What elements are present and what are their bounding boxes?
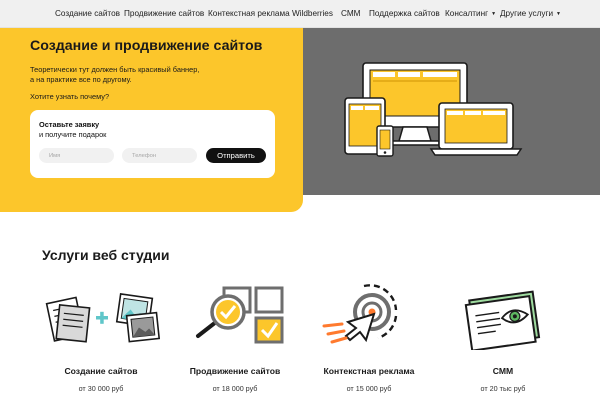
submit-button[interactable]: Отправить: [206, 148, 266, 163]
nav-item-other-services-label: Другие услуги: [500, 9, 554, 18]
service-price: от 30 000 руб: [78, 384, 124, 393]
eye-book-icon: [464, 290, 541, 350]
nav-item-context-ads[interactable]: Контекстная реклама: [208, 9, 290, 19]
chevron-down-icon: ▼: [491, 11, 497, 17]
nav-item-site-creation[interactable]: Создание сайтов: [55, 9, 120, 19]
nav-item-consulting[interactable]: Консалтинг ▼: [445, 9, 496, 20]
form-subtitle: и получите подарок: [39, 130, 107, 139]
nav-item-other-services[interactable]: Другие услуги ▼: [500, 9, 561, 20]
nav-item-site-support[interactable]: Поддержка сайтов: [369, 9, 440, 19]
name-input[interactable]: [39, 148, 114, 163]
hero-text: Теоретически тут должен быть красивый ба…: [30, 65, 199, 85]
magnifier-checklist-icon: [196, 286, 284, 344]
service-name: СММ: [492, 366, 514, 376]
hero-title: Создание и продвижение сайтов: [30, 38, 263, 54]
nav-item-wildberries[interactable]: Wildberries: [292, 9, 333, 19]
service-name: Создание сайтов: [64, 366, 138, 376]
devices-illustration: [303, 28, 600, 195]
hero-banner: Создание и продвижение сайтов Теоретичес…: [0, 28, 303, 212]
hero-text-line: а на практике все по другому.: [30, 75, 132, 84]
phone-input[interactable]: [122, 148, 197, 163]
nav-item-consulting-label: Консалтинг: [445, 9, 489, 18]
services-title: Услуги веб студии: [42, 247, 170, 263]
target-cursor-icon: [322, 284, 398, 344]
top-nav: Создание сайтов Продвижение сайтов Конте…: [0, 0, 600, 28]
devices-icon: [344, 62, 523, 157]
phone-icon: [376, 125, 394, 157]
why-link[interactable]: Хотите узнать почему?: [30, 92, 109, 101]
laptop-icon: [429, 102, 523, 156]
service-price: от 18 000 руб: [212, 384, 258, 393]
form-title: Оставьте заявку: [39, 120, 100, 129]
service-price: от 20 тыс руб: [480, 384, 526, 393]
hero-text-line: Теоретически тут должен быть красивый ба…: [30, 65, 200, 74]
nav-item-site-promotion[interactable]: Продвижение сайтов: [124, 9, 204, 19]
request-form: Оставьте заявку и получите подарок Отпра…: [30, 110, 275, 178]
chevron-down-icon: ▼: [556, 11, 561, 17]
service-name: Продвижение сайтов: [189, 366, 281, 376]
documents-images-icon: [45, 293, 161, 343]
service-name: Контекстная реклама: [323, 366, 415, 376]
nav-item-smm[interactable]: СММ: [341, 9, 360, 19]
service-price: от 15 000 руб: [346, 384, 392, 393]
